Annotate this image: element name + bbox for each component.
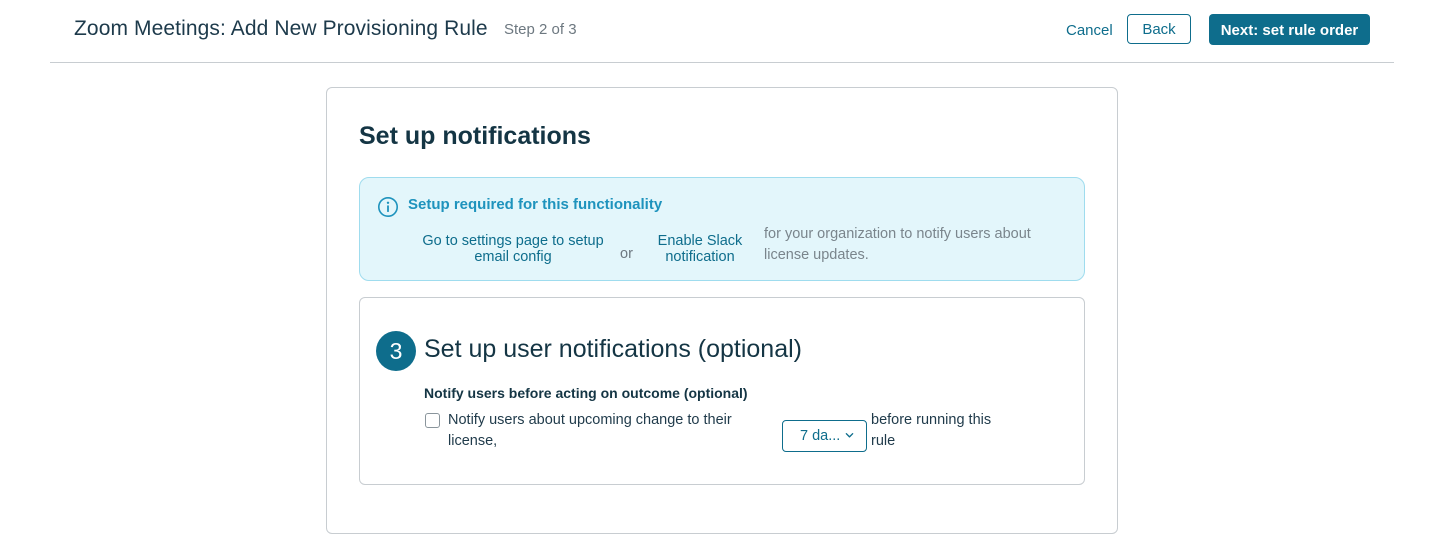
or-separator: or: [620, 246, 633, 262]
notify-heading: Notify users before acting on outcome (o…: [424, 385, 748, 401]
back-button[interactable]: Back: [1127, 14, 1191, 44]
days-before-value: 7 da...: [800, 428, 841, 444]
before-running-text: before running this rule: [871, 412, 992, 449]
banner-title: Setup required for this functionality: [408, 196, 663, 213]
page-title: Zoom Meetings: Add New Provisioning Rule: [74, 17, 488, 40]
step-number-badge: 3: [376, 331, 416, 371]
card-title: Set up notifications: [359, 122, 591, 150]
enable-slack-link[interactable]: Enable Slack notification: [648, 233, 752, 265]
cancel-link[interactable]: Cancel: [1066, 22, 1113, 39]
days-before-dropdown[interactable]: 7 da...: [782, 420, 867, 452]
settings-email-config-link[interactable]: Go to settings page to setup email confi…: [418, 233, 608, 265]
chevron-down-icon: [845, 433, 854, 438]
section-title: Set up user notifications (optional): [424, 335, 802, 363]
user-notifications-section: 3 Set up user notifications (optional) N…: [359, 297, 1085, 485]
notify-users-checkbox-label[interactable]: Notify users about upcoming change to th…: [448, 410, 758, 452]
notify-users-checkbox[interactable]: [425, 413, 440, 428]
banner-description: for your organization to notify users ab…: [764, 226, 1031, 263]
info-icon: [378, 197, 398, 217]
step-indicator: Step 2 of 3: [504, 21, 577, 38]
notifications-card: Set up notifications Setup required for …: [326, 87, 1118, 534]
page-header: Zoom Meetings: Add New Provisioning Rule…: [50, 0, 1394, 63]
setup-required-banner: Setup required for this functionality Go…: [359, 177, 1085, 281]
next-set-rule-order-button[interactable]: Next: set rule order: [1209, 14, 1370, 45]
